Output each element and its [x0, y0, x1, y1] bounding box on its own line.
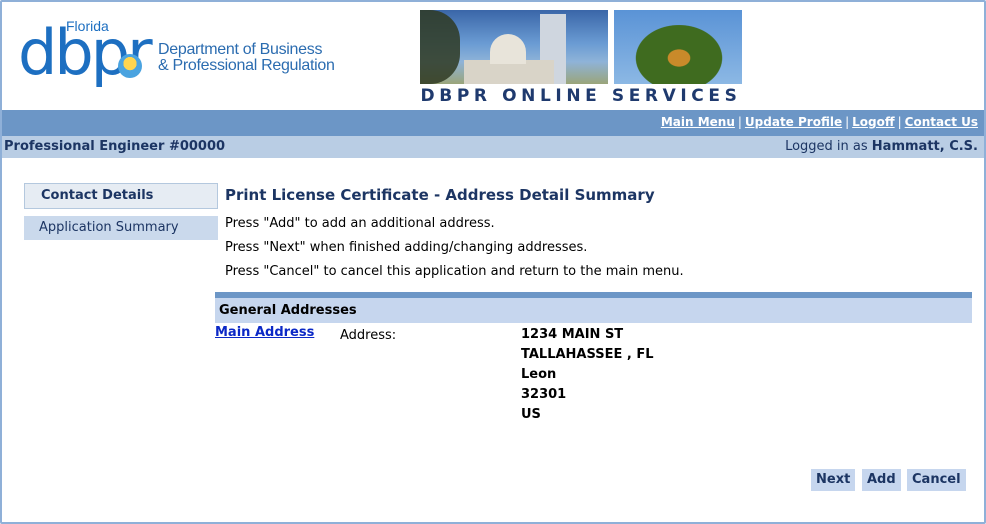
header-banner: DBPR ONLINE SERVICES: [420, 10, 742, 106]
nav-logoff[interactable]: Logoff: [852, 115, 894, 129]
profession-license: Professional Engineer #00000: [4, 139, 226, 154]
instruction-next: Press "Next" when finished adding/changi…: [225, 240, 588, 255]
info-bar: Professional Engineer #00000 Logged in a…: [2, 136, 984, 158]
capitol-photo: [420, 10, 608, 84]
address-city-state: TALLAHASSEE , FL: [521, 347, 654, 362]
nav-contact-us[interactable]: Contact Us: [905, 115, 978, 129]
sidebar-item-contact-details[interactable]: Contact Details: [24, 183, 218, 209]
next-button[interactable]: Next: [811, 469, 856, 491]
address-label: Address:: [340, 328, 397, 343]
instruction-add: Press "Add" to add an additional address…: [225, 216, 495, 231]
nav-main-menu[interactable]: Main Menu: [661, 115, 735, 129]
sidebar-item-application-summary[interactable]: Application Summary: [24, 216, 218, 240]
section-title: General Addresses: [219, 303, 357, 318]
section-header-general-addresses: General Addresses: [215, 292, 972, 323]
logo-dept-line1: Department of Business: [158, 41, 323, 58]
instruction-cancel: Press "Cancel" to cancel this applicatio…: [225, 264, 684, 279]
nav-separator: |: [845, 115, 850, 129]
nav-separator: |: [737, 115, 742, 129]
nav-update-profile[interactable]: Update Profile: [745, 115, 842, 129]
address-value: 1234 MAIN ST TALLAHASSEE , FL Leon 32301…: [521, 328, 654, 428]
address-country: US: [521, 407, 541, 422]
page-title: Print License Certificate - Address Deta…: [225, 186, 655, 204]
logged-in-status: Logged in as Hammatt, C.S.: [785, 139, 978, 154]
cancel-button[interactable]: Cancel: [907, 469, 966, 491]
logged-in-prefix: Logged in as: [785, 139, 868, 154]
sidebar: Contact Details Application Summary: [24, 183, 218, 247]
nav-separator: |: [897, 115, 902, 129]
sun-icon: [118, 54, 142, 78]
address-zip: 32301: [521, 387, 567, 402]
palm-tree-photo: [614, 10, 742, 84]
main-address-link[interactable]: Main Address: [215, 325, 314, 340]
add-button[interactable]: Add: [862, 469, 901, 491]
address-street: 1234 MAIN ST: [521, 327, 624, 342]
logo-dept-line2: & Professional Regulation: [158, 57, 335, 74]
site-header: Florida dbpr Department of Business & Pr…: [0, 0, 986, 110]
address-county: Leon: [521, 367, 557, 382]
logged-in-user: Hammatt, C.S.: [871, 139, 978, 154]
nav-links: Main Menu | Update Profile | Logoff | Contact …: [661, 115, 978, 129]
dbpr-logo[interactable]: Florida dbpr Department of Business & Pr…: [18, 18, 338, 93]
nav-bar: Main Menu | Update Profile | Logoff | Contact …: [2, 110, 984, 136]
banner-title: DBPR ONLINE SERVICES: [420, 86, 742, 106]
logo-department: Department of Business & Professional Re…: [158, 42, 335, 74]
